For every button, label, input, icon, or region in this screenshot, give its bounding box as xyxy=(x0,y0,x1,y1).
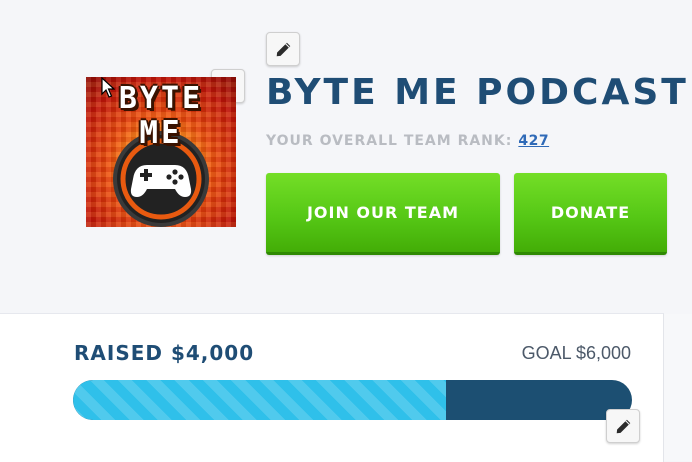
edit-goal-button[interactable] xyxy=(606,409,640,443)
donate-button[interactable]: DONATE xyxy=(514,173,667,255)
fundraising-progress-bar xyxy=(73,380,632,420)
right-gutter xyxy=(664,314,692,461)
pencil-icon xyxy=(616,419,630,433)
logo-text-line-2: ME xyxy=(139,115,183,151)
team-rank: YOUR OVERALL TEAM RANK: 427 xyxy=(266,133,549,149)
goal-amount: GOAL $6,000 xyxy=(521,343,631,363)
team-rank-link[interactable]: 427 xyxy=(518,133,549,149)
team-name-title: BYTE ME PODCAST xyxy=(266,72,689,113)
team-logo[interactable]: BYTE ME xyxy=(86,77,236,227)
mouse-cursor-icon xyxy=(101,77,115,98)
edit-title-button[interactable] xyxy=(266,32,300,66)
join-team-button[interactable]: JOIN OUR TEAM xyxy=(266,173,500,255)
team-rank-label: YOUR OVERALL TEAM RANK: xyxy=(266,133,513,149)
progress-bar-fill xyxy=(73,380,446,420)
pencil-icon xyxy=(276,42,290,56)
raised-amount: RAISED $4,000 xyxy=(74,341,255,365)
